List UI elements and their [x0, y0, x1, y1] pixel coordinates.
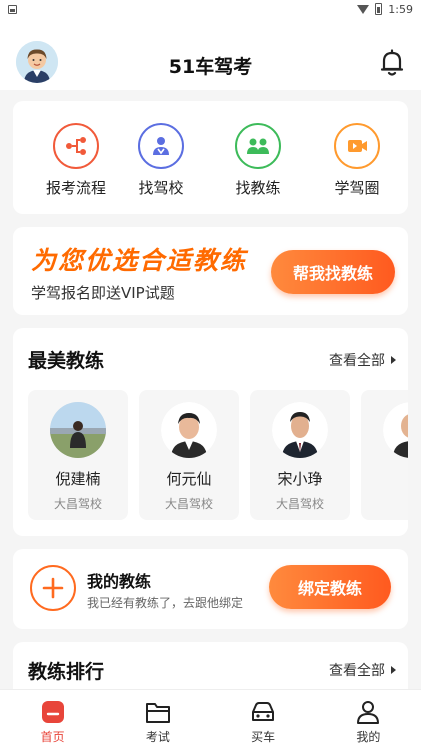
quick-entry-label: 报考流程	[45, 179, 106, 197]
coach-name: 宋小琤	[277, 470, 323, 488]
battery-icon	[375, 3, 383, 15]
tab-home[interactable]: 首页	[0, 690, 105, 750]
status-time: 1:59	[388, 2, 413, 16]
coach-ranking-title: 教练排行	[28, 661, 105, 683]
help-find-coach-button[interactable]: 帮我找教练	[271, 250, 395, 294]
best-coaches-view-all[interactable]: 查看全部	[329, 350, 396, 370]
bottom-tab-bar: 首页 考试 买车 我的	[0, 689, 421, 750]
quick-entry-find-coach[interactable]: 找教练	[218, 123, 298, 198]
coach-name: 倪建楠	[55, 470, 101, 488]
tab-label: 我的	[356, 730, 381, 744]
bell-icon[interactable]	[379, 49, 405, 77]
quick-entry-learning-circle[interactable]: 学驾圈	[317, 123, 397, 198]
my-coach-title: 我的教练	[87, 572, 152, 591]
chevron-right-icon	[391, 666, 396, 674]
coach-school: 大昌驾校	[164, 497, 213, 511]
find-coach-banner[interactable]: 为您优选合适教练 学驾报名即送VIP试题 帮我找教练	[13, 227, 408, 315]
tab-car[interactable]: 买车	[211, 690, 316, 750]
chevron-right-icon	[391, 356, 396, 364]
banner-subtitle: 学驾报名即送VIP试题	[31, 284, 175, 302]
coach-photo	[50, 402, 106, 458]
coach-group-icon	[235, 123, 281, 169]
plus-circle-icon[interactable]	[30, 565, 76, 611]
quick-entry-registration-flow[interactable]: 报考流程	[36, 123, 116, 198]
folder-icon	[144, 699, 172, 725]
coach-name: 何元仙	[166, 470, 212, 488]
school-icon	[138, 123, 184, 169]
coach-card[interactable]	[361, 390, 408, 520]
coach-ranking-view-all[interactable]: 查看全部	[329, 660, 396, 680]
status-bar: 1:59	[0, 0, 421, 18]
bind-coach-button[interactable]: 绑定教练	[269, 565, 391, 609]
wifi-icon	[357, 4, 370, 14]
best-coaches-title: 最美教练	[28, 350, 105, 372]
quick-entry-label: 找教练	[235, 179, 281, 197]
person-icon	[354, 699, 382, 725]
quick-entry-card: 报考流程 找驾校 找教练 学驾圈	[13, 101, 408, 214]
car-icon	[249, 699, 277, 725]
coach-photo	[272, 402, 328, 458]
best-coaches-card: 最美教练 查看全部 倪建楠 大昌驾校 何元仙 大昌驾校 宋小琤 大昌驾校	[13, 328, 408, 536]
coach-photo	[161, 402, 217, 458]
tab-label: 买车	[251, 730, 276, 744]
quick-entry-label: 学驾圈	[334, 179, 380, 197]
my-coach-subtitle: 我已经有教练了，去跟他绑定	[87, 596, 244, 610]
tab-exam[interactable]: 考试	[105, 690, 210, 750]
tab-label: 首页	[40, 730, 65, 744]
app-header: 51车驾考	[0, 18, 421, 90]
tab-label: 考试	[145, 730, 170, 744]
coach-card[interactable]: 何元仙 大昌驾校	[139, 390, 239, 520]
view-all-label: 查看全部	[329, 353, 385, 369]
tab-mine[interactable]: 我的	[316, 690, 421, 750]
coach-card[interactable]: 宋小琤 大昌驾校	[250, 390, 350, 520]
coach-school: 大昌驾校	[53, 497, 102, 511]
coach-photo	[383, 402, 408, 458]
quick-entry-find-school[interactable]: 找驾校	[121, 123, 201, 198]
home-icon	[39, 699, 67, 725]
quick-entry-label: 找驾校	[138, 179, 184, 197]
banner-title: 为您优选合适教练	[31, 246, 248, 275]
view-all-label: 查看全部	[329, 663, 385, 679]
flow-icon	[53, 123, 99, 169]
video-icon	[334, 123, 380, 169]
coach-school: 大昌驾校	[275, 497, 324, 511]
coach-card[interactable]: 倪建楠 大昌驾校	[28, 390, 128, 520]
app-title: 51车驾考	[168, 56, 253, 78]
app-notification-icon	[8, 4, 17, 14]
my-coach-card: 我的教练 我已经有教练了，去跟他绑定 绑定教练	[13, 549, 408, 629]
